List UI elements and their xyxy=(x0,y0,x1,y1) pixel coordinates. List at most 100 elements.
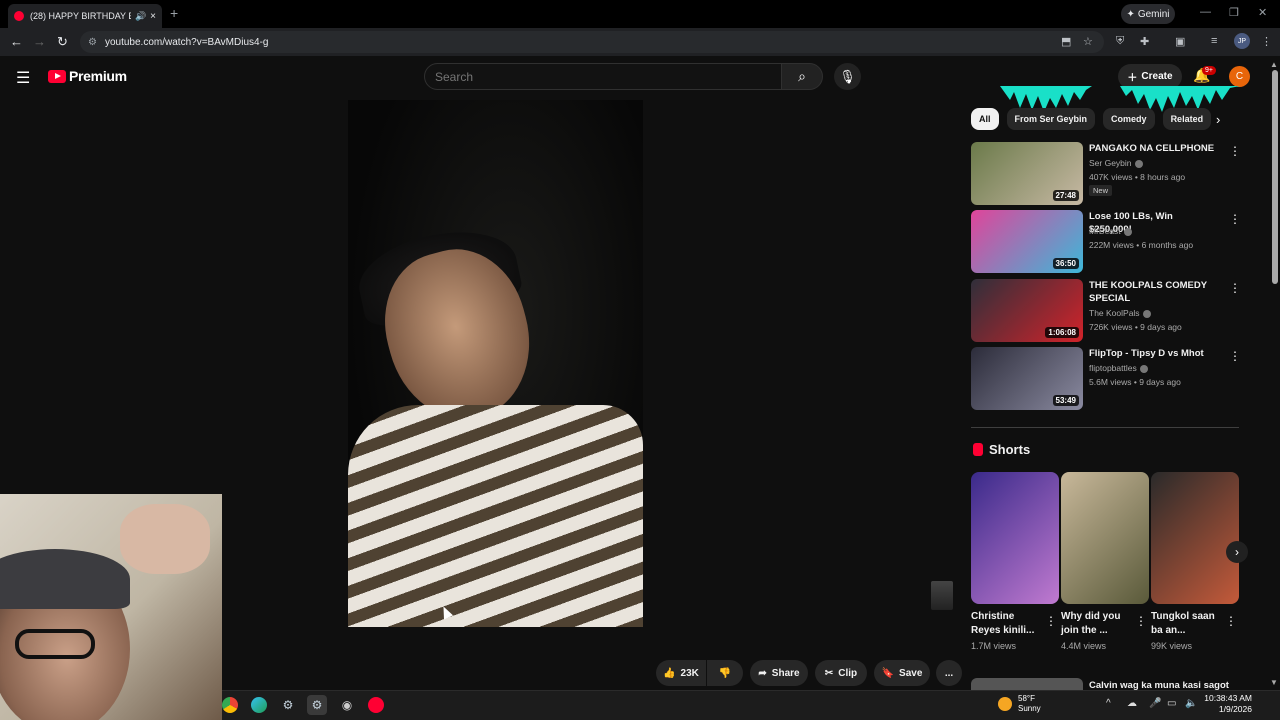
extensions-icon[interactable]: ✚ xyxy=(1140,35,1149,48)
recommendation-item[interactable]: 1:06:08 THE KOOLPALS COMEDY SPECIAL The … xyxy=(971,279,1241,343)
volume-icon[interactable]: 🔈 xyxy=(1185,698,1197,709)
onedrive-icon[interactable]: ☁ xyxy=(1127,698,1137,709)
page-scrollbar[interactable] xyxy=(1272,70,1278,284)
recommendation-item[interactable]: 53:49 FlipTop - Tipsy D vs Mhot fliptopb… xyxy=(971,347,1241,411)
chip-all[interactable]: All xyxy=(971,108,999,130)
share-button[interactable]: ➦ Share xyxy=(750,660,808,686)
sparkle-icon: ✦ xyxy=(1126,8,1135,20)
youtube-music-taskbar-icon[interactable] xyxy=(366,695,386,715)
obs-taskbar-icon[interactable]: ◉ xyxy=(337,695,357,715)
system-clock[interactable]: 10:38:43 AM 1/9/2026 xyxy=(1204,693,1252,715)
browser-profile-avatar[interactable]: JP xyxy=(1234,33,1250,49)
steam-active-taskbar-icon[interactable]: ⚙ xyxy=(307,695,327,715)
video-thumbnail[interactable]: 1:06:08 xyxy=(971,279,1083,342)
weather-widget[interactable]: 58°F Sunny xyxy=(998,694,1041,714)
audio-playing-icon[interactable]: 🔊 xyxy=(135,11,146,22)
guide-menu-icon[interactable]: ☰ xyxy=(16,68,30,88)
save-button[interactable]: 🔖 Save xyxy=(874,660,930,686)
install-app-icon[interactable]: ⬒ xyxy=(1061,35,1071,48)
youtube-play-icon xyxy=(48,69,66,83)
chip-related[interactable]: Related xyxy=(1162,108,1212,130)
bookmark-star-icon[interactable]: ☆ xyxy=(1083,35,1093,48)
network-icon[interactable]: ▭ xyxy=(1167,698,1176,709)
webcam-glasses xyxy=(15,629,95,659)
short-title[interactable]: Tungkol saan ba an... xyxy=(1151,610,1225,638)
short-item[interactable]: Christine Reyes kinili... 1.7M views ⋮ xyxy=(971,472,1059,651)
video-title[interactable]: THE KOOLPALS COMEDY SPECIAL xyxy=(1089,279,1217,305)
miniplayer-thumbnail[interactable] xyxy=(931,581,953,610)
chip-from-ser-geybin[interactable]: From Ser Geybin xyxy=(1006,108,1096,130)
notification-badge: 9+ xyxy=(1202,66,1216,75)
restore-icon[interactable]: ❐ xyxy=(1229,6,1239,19)
short-title[interactable]: Why did you join the ... xyxy=(1061,610,1135,638)
short-thumbnail[interactable] xyxy=(971,472,1059,604)
short-thumbnail[interactable] xyxy=(1061,472,1149,604)
more-vertical-icon[interactable]: ⋮ xyxy=(1225,614,1237,628)
more-vertical-icon[interactable]: ⋮ xyxy=(1229,212,1241,226)
recommendation-item[interactable]: 27:48 PANGAKO NA CELLPHONE Ser Geybin 40… xyxy=(971,142,1241,206)
more-vertical-icon[interactable]: ⋮ xyxy=(1135,614,1147,628)
forward-icon[interactable]: → xyxy=(33,34,46,49)
reload-icon[interactable]: ↻ xyxy=(57,34,68,50)
close-window-icon[interactable]: ✕ xyxy=(1258,6,1267,19)
channel-name[interactable]: fliptopbattles xyxy=(1089,363,1148,373)
gemini-button[interactable]: ✦ Gemini xyxy=(1121,4,1175,24)
more-actions-button[interactable]: ... xyxy=(936,660,962,686)
plus-icon: ＋ xyxy=(1127,73,1138,84)
video-thumbnail[interactable]: 53:49 xyxy=(971,347,1083,410)
clock-time: 10:38:43 AM xyxy=(1204,693,1252,703)
account-avatar[interactable]: C xyxy=(1229,66,1250,87)
steam-taskbar-icon[interactable]: ⚙ xyxy=(278,695,298,715)
channel-name[interactable]: Ser Geybin xyxy=(1089,158,1143,168)
video-player[interactable] xyxy=(348,100,643,627)
video-thumbnail[interactable]: 27:48 xyxy=(971,142,1083,205)
split-view-icon[interactable]: ▣ xyxy=(1175,35,1185,48)
channel-name[interactable]: The KoolPals xyxy=(1089,308,1151,318)
media-controls-icon[interactable]: ≡ xyxy=(1211,35,1217,47)
clip-button[interactable]: ✂ Clip xyxy=(815,660,867,686)
video-thumbnail[interactable]: 36:50 xyxy=(971,210,1083,273)
channel-name[interactable]: MrBeast xyxy=(1089,226,1132,236)
short-item[interactable]: Tungkol saan ba an... 99K views ⋮ xyxy=(1151,472,1239,651)
back-icon[interactable]: ← xyxy=(10,34,23,49)
more-vertical-icon[interactable]: ⋮ xyxy=(1229,144,1241,158)
recommendation-item[interactable]: 36:50 Lose 100 LBs, Win $250,000! MrBeas… xyxy=(971,210,1241,274)
youtube-premium-logo[interactable]: Premium xyxy=(48,68,127,84)
microphone-tray-icon[interactable]: 🎤 xyxy=(1149,698,1161,709)
gemini-label: Gemini xyxy=(1137,8,1170,20)
video-title[interactable]: FlipTop - Tipsy D vs Mhot xyxy=(1089,347,1217,360)
scroll-up-arrow-icon[interactable]: ▲ xyxy=(1270,60,1278,69)
minimize-icon[interactable]: — xyxy=(1200,6,1211,18)
more-vertical-icon[interactable]: ⋮ xyxy=(1229,281,1241,295)
browser-menu-icon[interactable]: ⋮ xyxy=(1261,35,1272,48)
short-item[interactable]: Why did you join the ... 4.4M views ⋮ xyxy=(1061,472,1149,651)
save-label: Save xyxy=(899,667,923,679)
tab-close-icon[interactable]: × xyxy=(150,11,156,22)
short-title[interactable]: Christine Reyes kinili... xyxy=(971,610,1045,638)
search-input[interactable] xyxy=(424,63,782,90)
voice-search-button[interactable]: 🎙 xyxy=(834,63,861,90)
video-title[interactable]: PANGAKO NA CELLPHONE xyxy=(1089,142,1217,155)
shorts-next-chevron-icon[interactable]: › xyxy=(1226,541,1248,563)
filter-chips: All From Ser Geybin Comedy Related xyxy=(971,108,1212,130)
more-vertical-icon[interactable]: ⋮ xyxy=(1229,349,1241,363)
duration-badge: 1:06:08 xyxy=(1045,327,1079,338)
like-button[interactable]: 👍 23K xyxy=(656,660,706,686)
dislike-button[interactable]: 👎 xyxy=(707,660,743,686)
short-thumbnail[interactable] xyxy=(1151,472,1239,604)
shield-extension-icon[interactable]: ⛨ xyxy=(1116,35,1124,48)
webcam-peace-sign-hand xyxy=(120,504,210,574)
chips-next-chevron-icon[interactable]: › xyxy=(1216,112,1220,127)
search-button[interactable]: ⌕ xyxy=(781,63,823,90)
browser-tab[interactable]: (28) HAPPY BIRTHDAY BESF 🔊 × xyxy=(8,4,162,28)
edge-taskbar-icon[interactable] xyxy=(249,695,269,715)
chrome-taskbar-icon[interactable] xyxy=(220,695,240,715)
new-tab-button[interactable]: + xyxy=(170,5,178,21)
site-info-icon[interactable]: ⚙ xyxy=(88,37,97,48)
address-bar[interactable]: ⚙ youtube.com/watch?v=BAvMDius4-g xyxy=(80,31,1104,53)
tray-overflow-icon[interactable]: ^ xyxy=(1106,698,1111,709)
webcam-overlay xyxy=(0,494,222,720)
chip-comedy[interactable]: Comedy xyxy=(1103,108,1155,130)
scroll-down-arrow-icon[interactable]: ▼ xyxy=(1270,678,1278,687)
more-vertical-icon[interactable]: ⋮ xyxy=(1045,614,1057,628)
